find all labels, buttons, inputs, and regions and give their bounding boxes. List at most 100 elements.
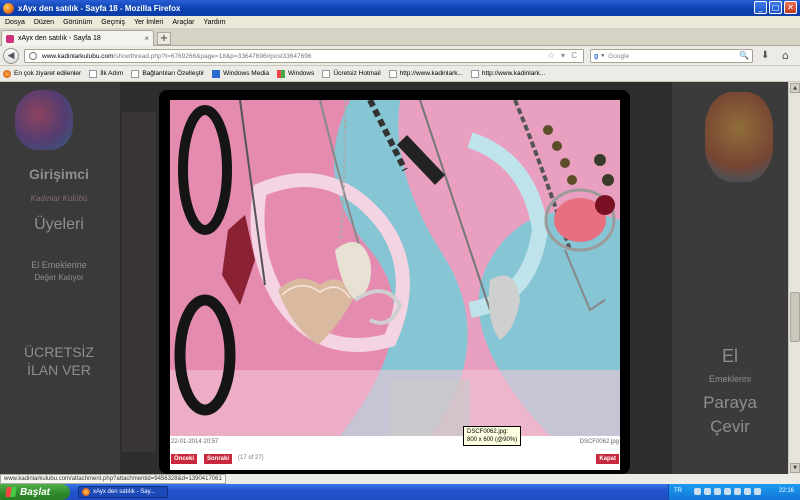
window-titlebar: xAyx den satılık - Sayfa 18 - Mozilla Fi…: [0, 0, 800, 16]
bookmark-kadinlar-1[interactable]: http://www.kadinlark...: [388, 69, 463, 78]
shield-icon[interactable]: [694, 488, 701, 495]
taskbar: Başlat xAyx den satılık - Say... TR 22:1…: [0, 484, 800, 500]
bookmark-most-visited[interactable]: En çok ziyaret edilenler: [3, 69, 82, 78]
volume-icon[interactable]: [724, 488, 731, 495]
menu-tools[interactable]: Araçlar: [172, 19, 194, 26]
scroll-up-icon[interactable]: ▲: [790, 83, 800, 93]
image-date: 22-01-2014 20:57: [171, 439, 219, 445]
start-label: Başlat: [20, 486, 51, 498]
firefox-icon: [3, 69, 11, 78]
navigation-bar: ◀ www.kadinlarkulubu.com/showthread.php?…: [0, 46, 800, 66]
start-button[interactable]: Başlat: [0, 484, 70, 500]
url-bar[interactable]: www.kadinlarkulubu.com/showthread.php?t=…: [24, 49, 584, 63]
banner-text: Üyeleri: [34, 216, 84, 233]
scroll-thumb[interactable]: [790, 292, 800, 342]
bookmarks-bar: En çok ziyaret edilenler İlk Adım Bağlan…: [0, 66, 800, 82]
next-button[interactable]: Sonraki: [204, 454, 233, 464]
bookmark-label: İlk Adım: [100, 70, 124, 77]
bookmark-label: http://www.kadinlark...: [481, 70, 546, 77]
bookmark-label: Windows Media: [223, 70, 269, 77]
back-button[interactable]: ◀: [3, 48, 19, 64]
search-engine-dropdown-icon[interactable]: ▼: [600, 53, 605, 59]
banner-text: El Emeklerine: [31, 260, 87, 270]
image-lightbox: DSCF0062.jpg: 800 x 600 (@90%) 22-01-201…: [159, 90, 630, 474]
page-scrollbar[interactable]: ▲ ▼: [788, 82, 800, 474]
menu-help[interactable]: Yardım: [204, 19, 226, 26]
bookmark-windows[interactable]: Windows: [277, 69, 314, 78]
banner-text: Girişimci: [29, 166, 89, 182]
page-icon: [131, 69, 140, 78]
new-tab-button[interactable]: +: [157, 32, 171, 45]
close-lightbox-button[interactable]: Kapat: [596, 454, 619, 464]
firefox-logo-icon: [3, 2, 14, 14]
google-logo-icon: g: [594, 52, 599, 60]
window-title: xAyx den satılık - Sayfa 18 - Mozilla Fi…: [18, 3, 181, 13]
bookmark-label: Ücretsiz Hotmail: [333, 70, 381, 77]
menu-history[interactable]: Geçmiş: [101, 19, 125, 26]
bookmark-getting-started[interactable]: İlk Adım: [89, 69, 124, 78]
update-icon[interactable]: [754, 488, 761, 495]
left-banner[interactable]: Girişimci Kadınlar Kulübü Üyeleri El Eme…: [0, 82, 120, 474]
image-counter: (17 of 27): [238, 455, 264, 461]
banner-text: ÜCRETSİZ: [24, 344, 94, 360]
site-favicon-icon: [6, 34, 14, 43]
url-host: www.kadinlarkulubu.com: [42, 52, 114, 60]
task-label: xAyx den satılık - Say...: [93, 489, 156, 495]
banner-text: Çevir: [710, 417, 750, 436]
image-filename: DSCF0062.jpg: [579, 439, 619, 445]
menu-edit[interactable]: Düzen: [34, 19, 54, 26]
menu-bookmarks[interactable]: Yer İmleri: [134, 19, 163, 26]
banner-text: Değer Katıyor: [34, 273, 84, 282]
language-indicator[interactable]: TR: [674, 488, 682, 494]
globe-icon: [29, 52, 37, 60]
tooltip-filename: DSCF0062.jpg:: [467, 429, 509, 435]
system-tray: TR 22:16: [668, 484, 800, 500]
url-path: /showthread.php?t=6769266&page=18&p=3364…: [113, 52, 312, 60]
bookmark-customize-links[interactable]: Bağlantıları Özelleştir: [131, 69, 204, 78]
banner-text: Emeklerini: [708, 374, 751, 384]
bookmark-star-icon[interactable]: ☆ ▾ C: [548, 51, 579, 60]
banner-text: El: [721, 346, 738, 366]
bookmark-label: http://www.kadinlark...: [399, 70, 463, 77]
status-url: www.kadinlarkulubu.com/attachment.php?at…: [0, 474, 226, 484]
search-input[interactable]: g ▼ Google 🔍: [590, 49, 753, 63]
minimize-button[interactable]: _: [754, 1, 767, 14]
windows-flag-icon: [5, 487, 17, 497]
taskbar-firefox-item[interactable]: xAyx den satılık - Say...: [78, 486, 168, 498]
bookmark-label: En çok ziyaret edilenler: [14, 70, 82, 77]
safely-remove-icon[interactable]: [744, 488, 751, 495]
maximize-button[interactable]: □: [769, 1, 782, 14]
windows-media-icon: [212, 69, 221, 78]
close-window-button[interactable]: ✕: [784, 1, 797, 14]
bookmark-windows-media[interactable]: Windows Media: [212, 69, 269, 78]
previous-button[interactable]: Önceki: [171, 454, 198, 464]
tooltip-dimensions: 800 x 600 (@90%): [467, 437, 518, 443]
lightbox-footer: 22-01-2014 20:57 DSCF0062.jpg Önceki Son…: [170, 436, 620, 470]
menu-file[interactable]: Dosya: [5, 19, 25, 26]
lightbox-photo[interactable]: [170, 100, 620, 436]
menu-view[interactable]: Görünüm: [63, 19, 92, 26]
tab-label: xAyx den satılık - Sayfa 18: [18, 35, 101, 42]
search-placeholder: Google: [608, 52, 630, 60]
page-icon: [89, 69, 98, 78]
banner-text: Paraya: [703, 393, 757, 412]
banner-text: Kadınlar Kulübü: [30, 194, 88, 203]
network-icon[interactable]: [704, 488, 711, 495]
handprint-logo-icon: [15, 90, 73, 150]
firefox-icon: [82, 488, 90, 496]
bookmark-hotmail[interactable]: Ücretsiz Hotmail: [322, 69, 381, 78]
handprint-logo-icon: [705, 92, 773, 182]
necklace-photo-illustration: [170, 100, 620, 436]
search-icon[interactable]: 🔍: [739, 51, 749, 60]
bookmark-kadinlar-2[interactable]: http://www.kadinlark...: [470, 69, 546, 78]
background-column: [122, 112, 156, 452]
tab-close-icon[interactable]: ×: [144, 34, 149, 43]
home-icon[interactable]: ⌂: [782, 49, 789, 62]
antivirus-icon[interactable]: [714, 488, 721, 495]
clock[interactable]: 22:16: [779, 488, 794, 494]
scroll-down-icon[interactable]: ▼: [790, 463, 800, 473]
tab-bar: xAyx den satılık - Sayfa 18 × +: [0, 28, 800, 46]
downloads-icon[interactable]: ⬇: [761, 50, 769, 61]
messenger-icon[interactable]: [734, 488, 741, 495]
tab-active[interactable]: xAyx den satılık - Sayfa 18 ×: [1, 30, 154, 46]
